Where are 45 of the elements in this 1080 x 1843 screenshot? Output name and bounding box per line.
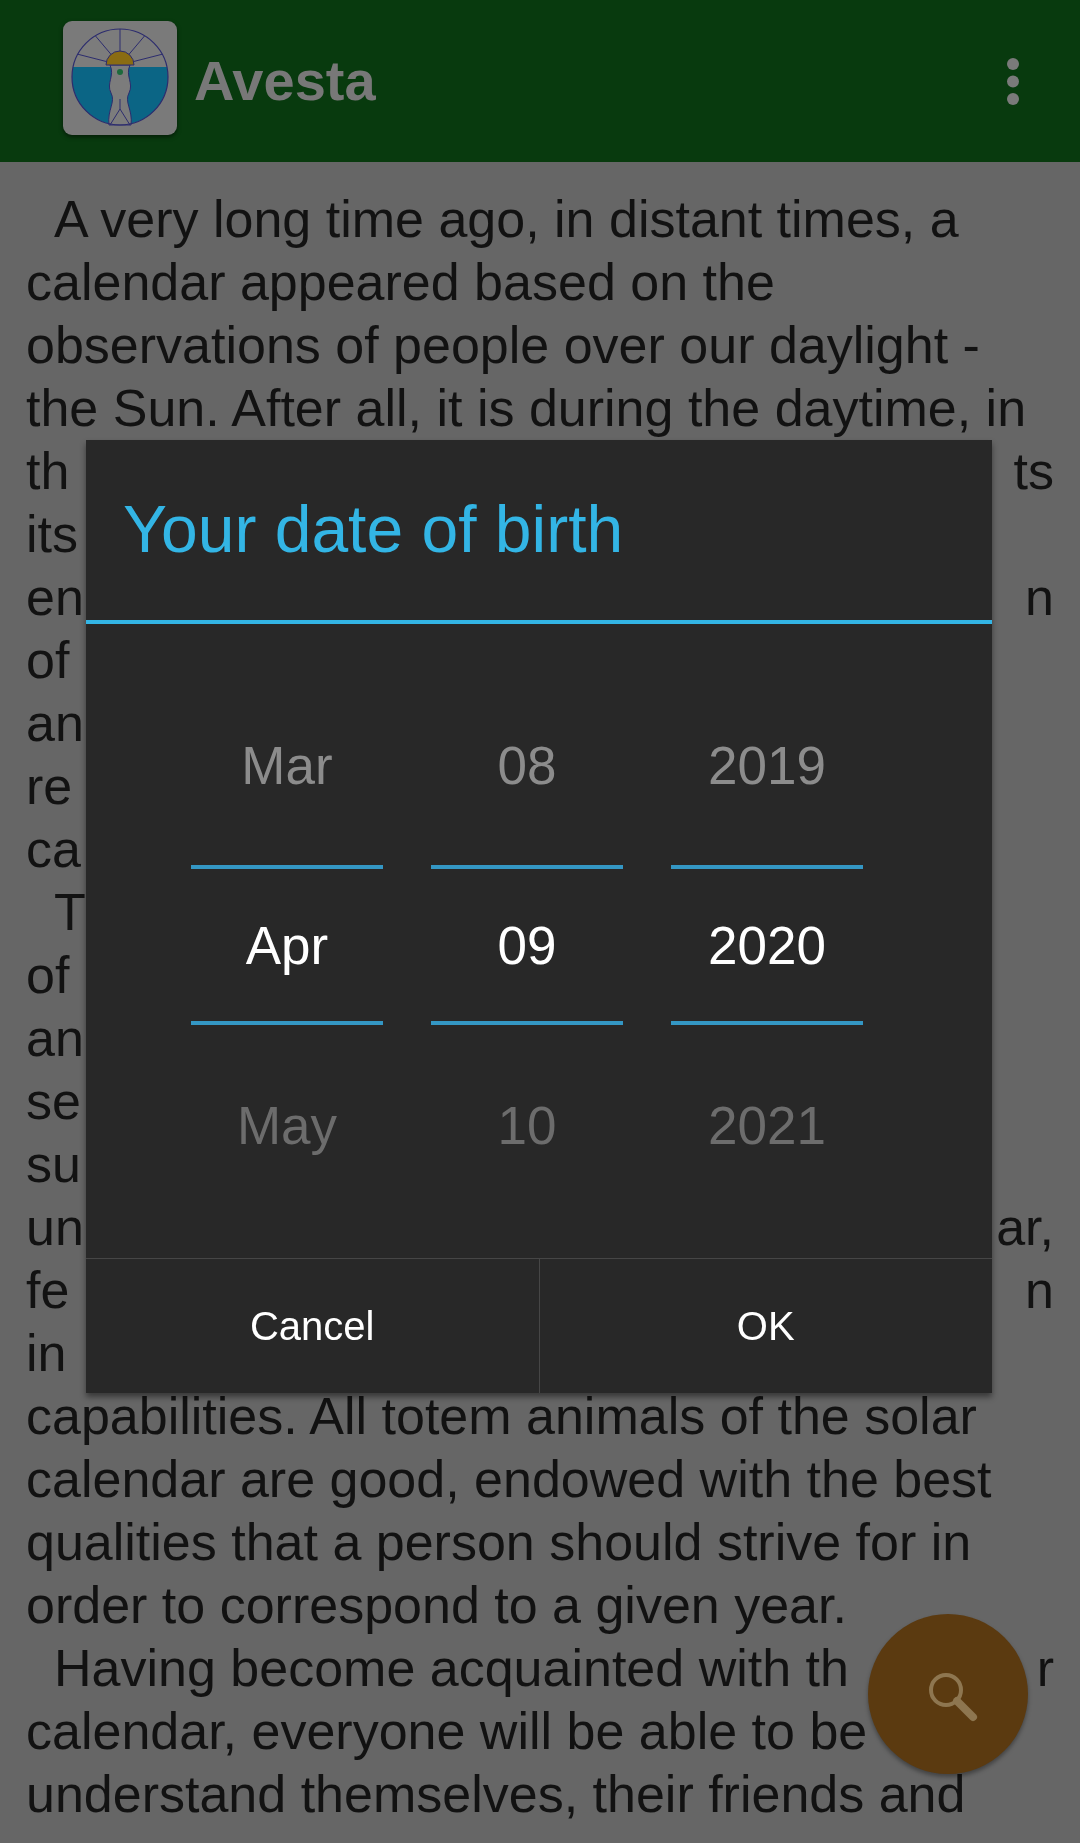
text-line: calendar appeared based on the: [26, 252, 775, 313]
text-line: ts: [1013, 441, 1054, 502]
text-line: the Sun. After all, it is during the daytime, in: [26, 378, 1027, 439]
text-line: observations of people over our daylight -: [26, 315, 980, 376]
picker-value[interactable]: May: [191, 1025, 383, 1225]
text-line: its: [26, 504, 78, 565]
text-line: an: [26, 1008, 84, 1069]
picker-value[interactable]: 2020: [671, 865, 863, 1025]
overflow-menu-icon[interactable]: [1007, 57, 1019, 105]
text-line: en: [26, 567, 84, 628]
picker-value[interactable]: 09: [431, 865, 623, 1025]
text-line: an: [26, 693, 84, 754]
text-line: ca: [26, 819, 81, 880]
text-line: order to correspond to a given year.: [26, 1575, 847, 1636]
text-line: ar,: [996, 1197, 1054, 1258]
search-icon: [926, 1670, 978, 1722]
text-line: A very long time ago, in distant times, a: [54, 189, 959, 250]
text-line: re: [26, 756, 73, 817]
text-line: T: [54, 882, 86, 943]
dialog-title: Your date of birth: [123, 492, 624, 568]
text-line: understand themselves, their friends and: [26, 1764, 966, 1825]
text-line: calendar, everyone will be able to be: [26, 1701, 868, 1762]
text-line: su: [26, 1134, 81, 1195]
dialog-button[interactable]: OK: [538, 1259, 992, 1393]
text-line: calendar are good, endowed with the best: [26, 1449, 992, 1510]
picker-value[interactable]: 2021: [671, 1025, 863, 1225]
text-line: un: [26, 1197, 84, 1258]
text-line: n: [1025, 567, 1054, 628]
text-line: n: [1025, 1260, 1054, 1321]
picker-value[interactable]: 08: [431, 665, 623, 865]
logo-icon: [63, 21, 177, 135]
picker-value[interactable]: 2019: [671, 665, 863, 865]
text-line: qualities that a person should strive for in: [26, 1512, 972, 1573]
app-title: Avesta: [194, 50, 376, 112]
picker-value[interactable]: Apr: [191, 865, 383, 1025]
picker-value[interactable]: Mar: [191, 665, 383, 865]
text-line: Having become acquainted with th: [54, 1638, 849, 1699]
text-line: th: [26, 441, 70, 502]
text-line: se: [26, 1071, 81, 1132]
text-line: fe: [26, 1260, 70, 1321]
text-line: of: [26, 630, 70, 691]
text-line: of: [26, 945, 70, 1006]
text-line: r: [1036, 1638, 1054, 1699]
picker-value[interactable]: 10: [431, 1025, 623, 1225]
text-line: in: [26, 1323, 67, 1384]
